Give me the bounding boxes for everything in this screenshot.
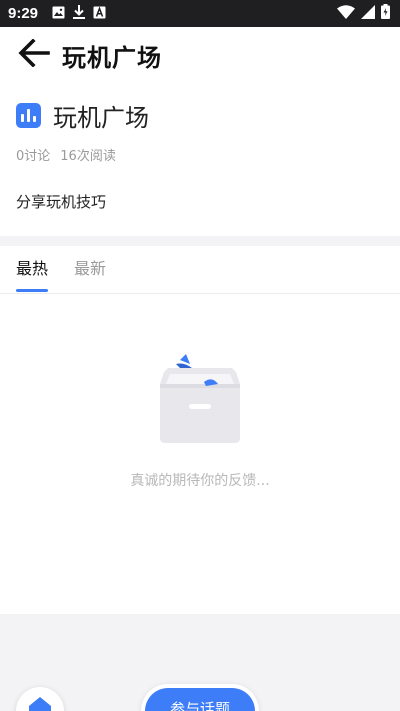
join-topic-container: 参与话题 xyxy=(141,684,259,711)
topic-title-row: 玩机广场 xyxy=(16,98,384,133)
signal-icon xyxy=(361,4,375,23)
status-time: 9:29 xyxy=(8,5,39,22)
discussion-count: 0讨论 xyxy=(16,149,51,164)
join-topic-button[interactable]: 参与话题 xyxy=(145,688,255,711)
bottom-area: 参与话题 xyxy=(0,614,400,711)
page-title: 玩机广场 xyxy=(62,43,162,72)
topic-title: 玩机广场 xyxy=(53,104,149,132)
download-icon xyxy=(73,4,86,23)
status-bar: 9:29 xyxy=(0,0,400,27)
empty-state-text: 真诚的期待你的反馈... xyxy=(130,473,270,489)
battery-icon xyxy=(381,4,390,23)
empty-box-icon xyxy=(150,354,250,446)
image-icon xyxy=(52,4,65,23)
sort-tabs: 最热 最新 xyxy=(0,246,400,294)
font-icon xyxy=(93,4,106,23)
back-button[interactable] xyxy=(10,31,58,79)
bar-chart-icon xyxy=(16,103,41,128)
home-button[interactable] xyxy=(16,687,64,711)
tab-hottest[interactable]: 最热 xyxy=(16,246,49,294)
status-system-icons xyxy=(337,4,390,23)
home-icon xyxy=(29,697,51,711)
section-divider xyxy=(0,236,400,246)
topic-description: 分享玩机技巧 xyxy=(16,193,107,211)
tab-newest[interactable]: 最新 xyxy=(74,246,106,294)
read-count: 16次阅读 xyxy=(60,149,116,164)
topic-stats: 0讨论 16次阅读 xyxy=(16,145,384,164)
content-area: 真诚的期待你的反馈... xyxy=(0,294,400,614)
wifi-icon xyxy=(337,4,355,23)
status-notification-icons xyxy=(52,4,106,23)
arrow-left-icon xyxy=(18,38,50,71)
top-header: 玩机广场 xyxy=(0,27,400,83)
topic-info: 玩机广场 0讨论 16次阅读 分享玩机技巧 xyxy=(16,98,384,212)
